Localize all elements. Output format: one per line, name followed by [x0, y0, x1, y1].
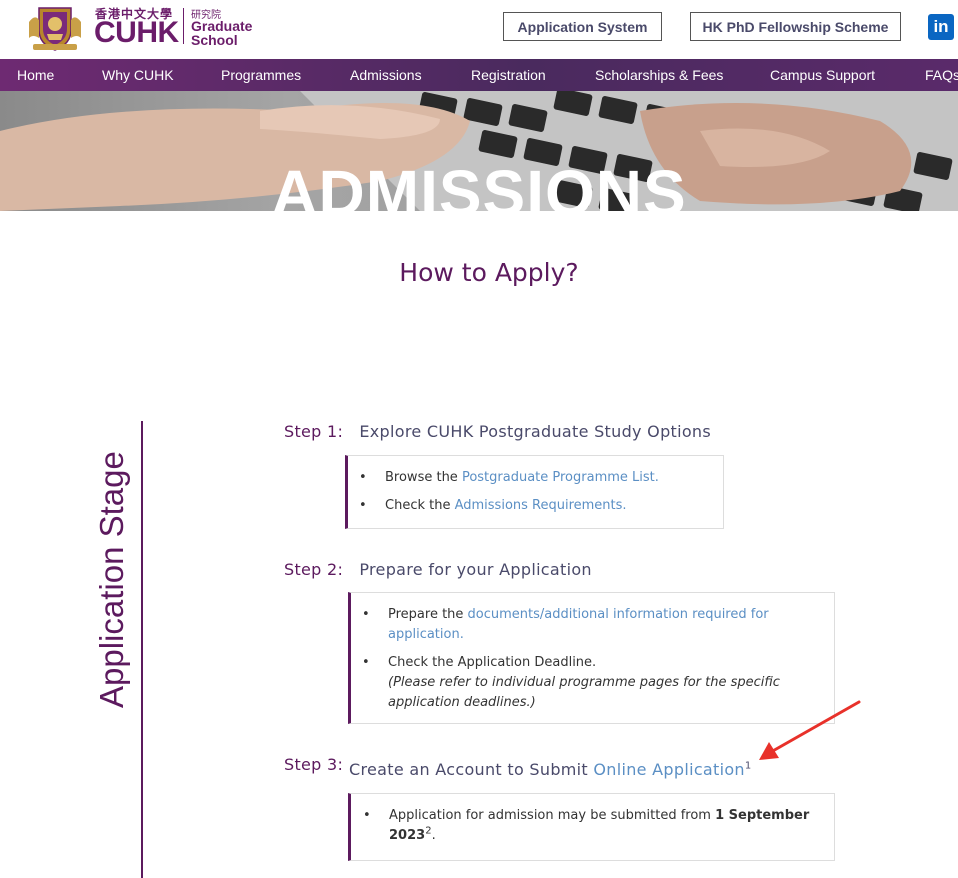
admissions-requirements-link[interactable]: Admissions Requirements. [455, 498, 627, 513]
bullet-icon: • [359, 498, 367, 513]
footnote-1: 1 [744, 760, 752, 772]
annotation-arrow-icon [759, 700, 861, 760]
list-item: • Browse the Postgraduate Programme List… [359, 468, 659, 488]
logo-cuhk-wordmark[interactable]: CUHK [94, 16, 179, 50]
online-application-link[interactable]: Online Application [593, 760, 745, 779]
nav-item-admissions[interactable]: Admissions [350, 59, 422, 91]
stage-divider-line [141, 421, 143, 878]
phd-fellowship-button[interactable]: HK PhD Fellowship Scheme [690, 12, 901, 41]
application-system-button[interactable]: Application System [503, 12, 662, 41]
list-item: • Check the Application Deadline. (Pleas… [362, 655, 780, 710]
logo-divider [183, 8, 184, 44]
list-item: • Prepare the documents/additional infor… [362, 607, 769, 642]
step-3-title: Create an Account to Submit [349, 760, 594, 779]
start-date: 1 September [715, 808, 810, 823]
step-3-heading: Create an Account to Submit Online Appli… [349, 760, 752, 779]
nav-item-faqs[interactable]: FAQs [925, 59, 958, 91]
main-nav: Home Why CUHK Programmes Admissions Regi… [0, 59, 958, 91]
step-3-number-wrap: Step 3: [284, 755, 343, 774]
step-1-heading: Step 1: Explore CUHK Postgraduate Study … [284, 422, 711, 441]
nav-item-why-cuhk[interactable]: Why CUHK [102, 59, 174, 91]
step-3-box: • Application for admission may be submi… [348, 793, 835, 861]
logo-school-text: School [191, 32, 238, 48]
required-documents-link-cont[interactable]: application. [388, 627, 464, 642]
nav-item-campus-support[interactable]: Campus Support [770, 59, 875, 91]
nav-item-programmes[interactable]: Programmes [221, 59, 301, 91]
step-2-number: Step 2: [284, 560, 344, 579]
stage-label: Application Stage [93, 451, 130, 708]
nav-item-registration[interactable]: Registration [471, 59, 546, 91]
programme-list-link[interactable]: Postgraduate Programme List. [462, 470, 659, 485]
start-year: 2023 [389, 828, 426, 843]
step-2-title: Prepare for your Application [359, 560, 592, 579]
step-2-heading: Step 2: Prepare for your Application [284, 560, 592, 579]
site-header: 香港中文大學 CUHK 研究院 Graduate School Applicat… [0, 0, 958, 59]
list-item: • Application for admission may be submi… [363, 808, 810, 843]
page-title: How to Apply? [399, 258, 579, 287]
bullet-icon: • [359, 470, 367, 485]
deadline-note: (Please refer to individual programme pa… [388, 675, 780, 690]
bullet-icon: • [363, 808, 371, 823]
step-1-number: Step 1: [284, 422, 344, 441]
hero-banner: ADMISSIONS [0, 91, 958, 211]
cuhk-crest-icon[interactable] [25, 4, 85, 52]
required-documents-link[interactable]: documents/additional information require… [468, 607, 769, 622]
step-1-box: • Browse the Postgraduate Programme List… [345, 455, 724, 529]
list-item: • Check the Admissions Requirements. [359, 496, 627, 516]
nav-item-home[interactable]: Home [17, 59, 54, 91]
step-3-number: Step 3: [284, 755, 344, 774]
nav-item-scholarships-fees[interactable]: Scholarships & Fees [595, 59, 723, 91]
hero-title: ADMISSIONS [271, 157, 687, 211]
bullet-icon: • [362, 607, 370, 622]
deadline-note-cont: application deadlines.) [388, 695, 536, 710]
step-1-title: Explore CUHK Postgraduate Study Options [359, 422, 712, 441]
linkedin-icon[interactable]: in [928, 14, 954, 40]
bullet-icon: • [362, 655, 370, 670]
